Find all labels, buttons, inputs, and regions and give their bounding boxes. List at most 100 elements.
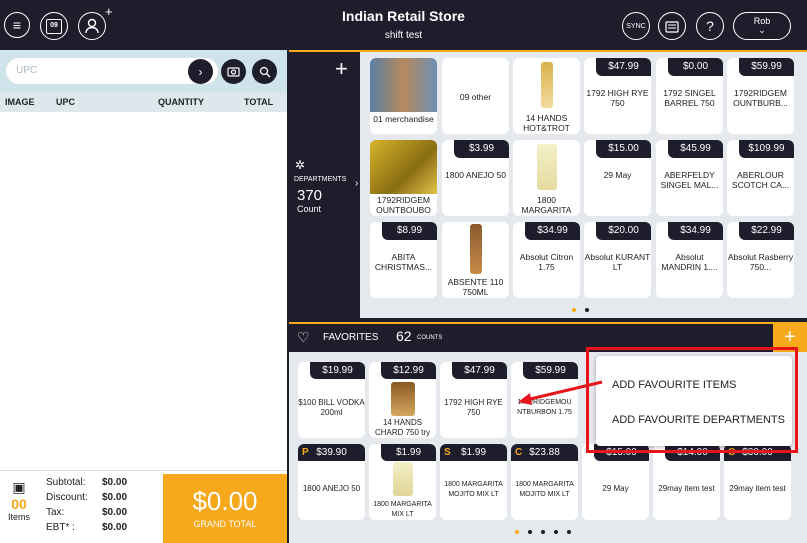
product-tile[interactable]: 1792RIDGEM OUNTBOUBO: [370, 140, 437, 216]
grand-total-value: $0.00: [192, 486, 258, 516]
price-badge: $0.00: [668, 58, 723, 76]
price-tag-letter: C: [515, 447, 523, 458]
product-tile[interactable]: $34.99 Absolut MANDRIN 1....: [656, 222, 723, 298]
column-image: IMAGE: [5, 97, 35, 107]
cart-panel: UPC › IMAGE UPC QUANTITY TOTAL ▣ 00 Item…: [0, 50, 287, 543]
product-name: 1792 SINGEL BARREL 750: [663, 88, 716, 108]
favorite-tile[interactable]: $14.00 29may item test: [653, 444, 720, 520]
favorite-tile[interactable]: P $39.90 1800 ANEJO 50: [298, 444, 365, 520]
chevron-right-icon: ›: [355, 178, 359, 189]
favorite-tile[interactable]: $12.99 14 HANDS CHARD 750 try: [369, 362, 436, 438]
sparkle-icon: ✲: [295, 158, 306, 172]
items-label: Items: [7, 512, 30, 522]
product-tile[interactable]: 01 merchandise: [370, 58, 437, 134]
price-badge: $8.99: [382, 222, 437, 240]
calendar-icon: 09: [46, 18, 62, 34]
departments-button[interactable]: ✲ DEPARTMENTS 370 Count: [289, 158, 360, 214]
product-tile[interactable]: $20.00 Absolut KURANT LT: [584, 222, 651, 298]
submit-upc-button[interactable]: ›: [188, 59, 213, 84]
product-name: ABITA CHRISTMAS...: [374, 252, 433, 272]
search-button[interactable]: [252, 59, 277, 84]
favorite-name: 1792 HIGH RYE 750: [444, 398, 503, 417]
store-title: Indian Retail Store: [342, 8, 465, 24]
favorite-tile[interactable]: S $1.99 1800 MARGARITA MOJITO MIX LT: [440, 444, 507, 520]
product-name: Absolut MANDRIN 1....: [661, 252, 718, 272]
page-dot[interactable]: [567, 530, 571, 534]
add-customer-button[interactable]: [78, 12, 106, 40]
camera-scan-button[interactable]: [221, 59, 246, 84]
page-dot[interactable]: [554, 530, 558, 534]
bottle-image: [393, 462, 413, 496]
menu-button[interactable]: ≡: [4, 12, 30, 38]
bottle-image: [537, 144, 557, 190]
product-tile[interactable]: $22.99 Absolut Rasberry 750...: [727, 222, 794, 298]
add-department-icon[interactable]: +: [335, 56, 348, 82]
product-tile[interactable]: $45.99 ABERFELDY SINGEL MAL...: [656, 140, 723, 216]
product-name: Absolut Citron 1.75: [519, 252, 574, 272]
favorite-name: 14 HANDS CHARD 750 try: [374, 418, 431, 437]
favorite-tile[interactable]: $19.99 $100 BILL VODKA 200ml: [298, 362, 365, 438]
upc-input[interactable]: UPC: [6, 58, 218, 84]
product-tile[interactable]: 1800 MARGARITA: [513, 140, 580, 216]
favorite-tile[interactable]: C $23.88 1800 MARGARITA MOJITO MIX LT: [511, 444, 578, 520]
product-tile[interactable]: $0.00 1792 SINGEL BARREL 750: [656, 58, 723, 134]
product-tile[interactable]: 14 HANDS HOT&TROT: [513, 58, 580, 134]
product-tile[interactable]: ABSENTE 110 750ML: [442, 222, 509, 298]
product-name: 1800 ANEJO 50: [445, 170, 506, 180]
upc-search-bar: UPC ›: [0, 50, 287, 92]
product-tile[interactable]: $3.99 1800 ANEJO 50: [442, 140, 509, 216]
page-dot[interactable]: [528, 530, 532, 534]
product-tile[interactable]: 09 other: [442, 58, 509, 134]
price-badge: $47.99: [452, 362, 507, 379]
product-name: 09 other: [459, 92, 492, 102]
help-button[interactable]: ?: [696, 12, 724, 40]
product-tile[interactable]: $15.00 29 May: [584, 140, 651, 216]
user-menu-button[interactable]: Rob ⌄: [733, 12, 791, 40]
page-dot[interactable]: [541, 530, 545, 534]
page-dot-active[interactable]: [572, 308, 576, 312]
favorite-tile[interactable]: $15.00 29 May: [582, 444, 649, 520]
item-count: 00: [11, 496, 27, 512]
price-tag-letter: S: [444, 447, 451, 458]
item-count-block: ▣ 00 Items: [3, 479, 35, 522]
product-name: 14 HANDS HOT&TROT: [523, 113, 570, 133]
favorite-name: 1800 MARGARITA MOJITO MIX LT: [515, 481, 574, 498]
search-icon: [259, 66, 270, 77]
product-tile[interactable]: $47.99 1792 HIGH RYE 750: [584, 58, 651, 134]
price-badge: C $23.88: [511, 444, 578, 461]
bottle-image: [470, 224, 482, 274]
product-tile[interactable]: $34.99 Absolut Citron 1.75: [513, 222, 580, 298]
product-tile[interactable]: $109.99 ABERLOUR SCOTCH CA...: [727, 140, 794, 216]
departments-label: DEPARTMENTS: [294, 176, 347, 183]
grand-total-button[interactable]: $0.00 GRAND TOTAL: [163, 474, 287, 543]
product-tile[interactable]: $8.99 ABITA CHRISTMAS...: [370, 222, 437, 298]
price-badge: $3.99: [454, 140, 509, 158]
favorites-label: FAVORITES: [323, 332, 379, 343]
price-value: $39.90: [316, 447, 347, 458]
merch-image: [370, 58, 437, 112]
page-dot[interactable]: [585, 308, 589, 312]
calendar-button[interactable]: 09: [40, 12, 68, 40]
page-dot-active[interactable]: [515, 530, 519, 534]
column-total: TOTAL: [244, 97, 274, 107]
price-badge: $59.99: [739, 58, 794, 76]
product-grid: 01 merchandise 09 other 14 HANDS HOT&TRO…: [360, 50, 807, 318]
favorites-count: 62: [396, 328, 412, 344]
product-name: Absolut KURANT LT: [584, 252, 651, 272]
price-badge: $20.00: [596, 222, 651, 240]
favorite-tile[interactable]: $1.99 1800 MARGARITA MIX LT: [369, 444, 436, 520]
price-value: $23.88: [529, 447, 560, 458]
favorite-tile[interactable]: $47.99 1792 HIGH RYE 750: [440, 362, 507, 438]
heart-icon: ♡: [297, 329, 310, 345]
departments-panel: + ✲ DEPARTMENTS 370 Count ›: [289, 50, 360, 318]
favorite-tile[interactable]: C $30.00 29may item test: [724, 444, 791, 520]
product-tile[interactable]: $59.99 1792RIDGEM OUNTBURB...: [727, 58, 794, 134]
register-button[interactable]: [658, 12, 686, 40]
user-icon: [85, 18, 99, 34]
sync-button[interactable]: SYNC: [622, 12, 650, 40]
price-tag-letter: P: [302, 447, 309, 458]
product-name: Absolut Rasberry 750...: [727, 252, 794, 272]
bottle-image: [541, 62, 553, 108]
subtotal-value: $0.00: [102, 477, 128, 488]
price-badge: $19.99: [310, 362, 365, 379]
